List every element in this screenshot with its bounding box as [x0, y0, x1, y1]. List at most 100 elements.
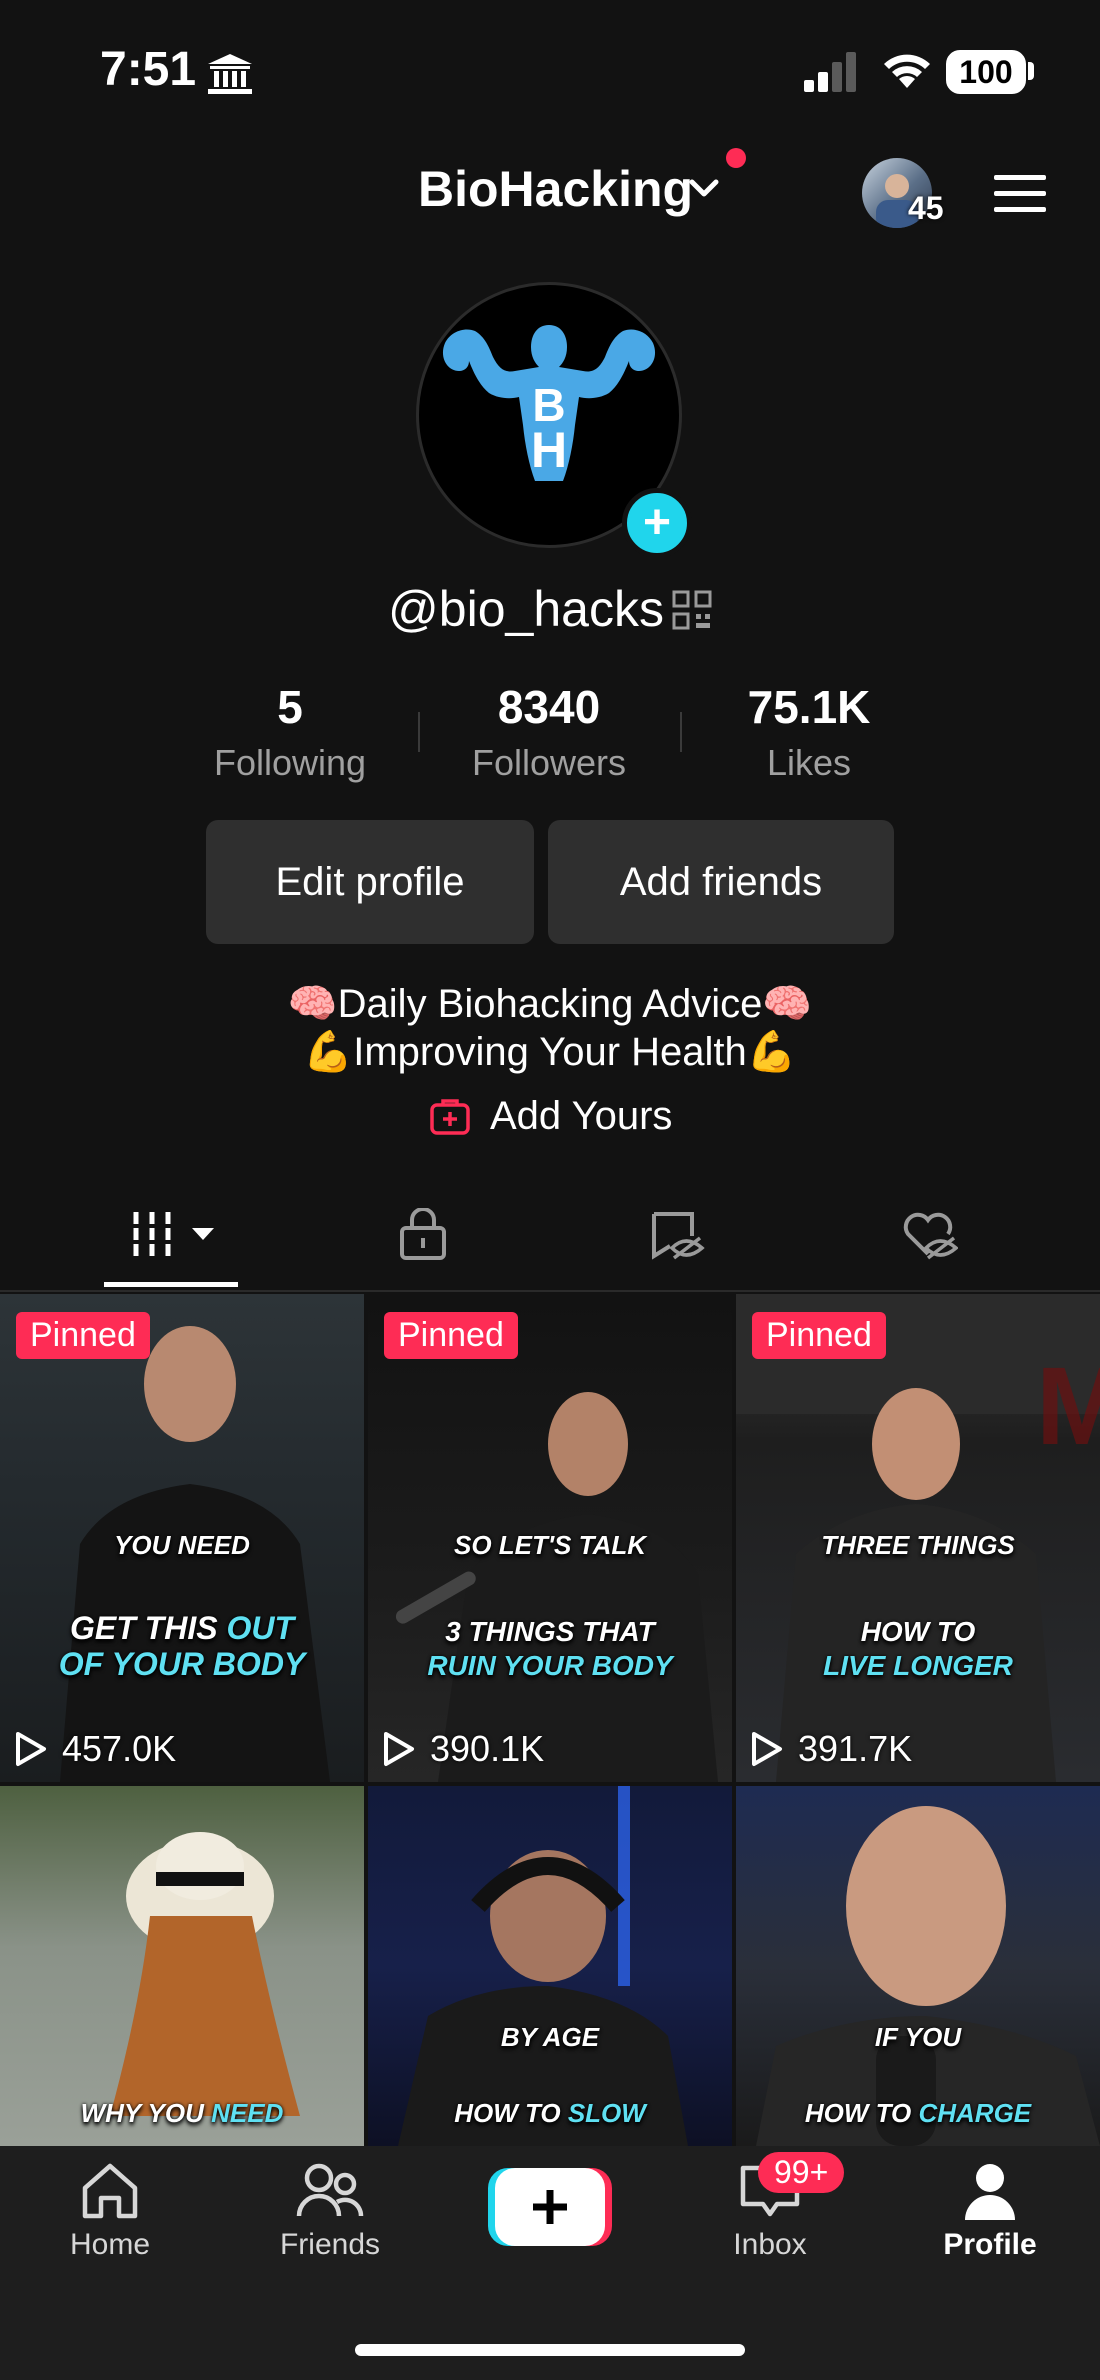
- username: @bio_hacks: [388, 581, 664, 637]
- stat-likes-value: 75.1K: [747, 681, 871, 733]
- home-indicator: [355, 2344, 745, 2356]
- view-count-value: 457.0K: [62, 1728, 177, 1769]
- stat-divider: [680, 712, 682, 752]
- notification-dot: [726, 148, 746, 168]
- video-tile[interactable]: WHY YOU NEED: [0, 1786, 364, 2146]
- view-count: 457.0K: [14, 1728, 176, 1770]
- tab-divider: [0, 1290, 1100, 1292]
- pinned-badge: Pinned: [752, 1312, 886, 1359]
- video-caption-main: 3 THINGS THAT: [368, 1616, 732, 1648]
- nav-profile[interactable]: Profile: [900, 2160, 1080, 2262]
- stat-following-label: Following: [213, 742, 367, 783]
- pinned-badge: Pinned: [384, 1312, 518, 1359]
- video-caption-sub: OF YOUR BODY: [58, 1646, 306, 1682]
- create-video-button[interactable]: [488, 2168, 612, 2246]
- wifi-icon: [884, 54, 930, 88]
- battery-tip: [1028, 62, 1034, 80]
- bio-line-2: 💪Improving Your Health💪: [303, 1030, 797, 1074]
- tab-videos[interactable]: [130, 1208, 220, 1262]
- status-time: 7:51: [100, 43, 197, 96]
- video-caption-sub: RUIN YOUR BODY: [427, 1650, 673, 1681]
- view-count-value: 390.1K: [430, 1728, 545, 1769]
- tab-liked[interactable]: [900, 1208, 959, 1262]
- add-friends-button[interactable]: Add friends: [548, 820, 894, 944]
- reposts-hidden-icon: [652, 1212, 705, 1260]
- nav-home[interactable]: Home: [20, 2160, 200, 2262]
- play-icon: [16, 1732, 46, 1766]
- nav-profile-label: Profile: [943, 2228, 1037, 2261]
- edit-profile-button[interactable]: Edit profile: [206, 820, 534, 944]
- caption-highlight: SLOW: [567, 2098, 646, 2128]
- video-caption-top: YOU NEED: [114, 1530, 250, 1560]
- stat-following-value: 5: [277, 681, 303, 733]
- video-caption-main: HOW TO: [736, 1616, 1100, 1648]
- caption-highlight: OUT: [226, 1610, 294, 1646]
- video-caption-main: GET THIS OUT: [0, 1610, 364, 1647]
- nav-friends[interactable]: Friends: [240, 2160, 420, 2262]
- video-caption-bottom: HOW TO SLOW: [368, 2098, 732, 2129]
- add-yours-icon: [430, 1098, 470, 1135]
- view-count: 390.1K: [382, 1728, 544, 1770]
- home-icon: [82, 2163, 138, 2219]
- video-tile[interactable]: IF YOU HOW TO CHARGE: [736, 1786, 1100, 2146]
- add-yours-link[interactable]: Add Yours: [428, 1094, 672, 1139]
- inbox-badge: 99+: [758, 2152, 845, 2193]
- caption-text: HOW TO: [804, 2098, 919, 2128]
- signal-icon: [804, 52, 856, 92]
- video-caption-top: THREE THINGS: [821, 1530, 1015, 1560]
- battery-indicator: 100: [946, 50, 1026, 94]
- caption-text: HOW TO: [860, 1616, 976, 1647]
- stat-following[interactable]: 5 Following: [170, 680, 410, 784]
- viewer-count: 45: [908, 190, 944, 226]
- view-count-value: 391.7K: [798, 1728, 913, 1769]
- liked-hidden-icon: [903, 1212, 959, 1260]
- friends-icon: [296, 2163, 364, 2217]
- bio-line-1: 🧠Daily Biohacking Advice🧠: [287, 982, 813, 1026]
- pinned-badge: Pinned: [16, 1312, 150, 1359]
- nav-inbox-label: Inbox: [733, 2228, 807, 2261]
- video-caption-bottom: HOW TO CHARGE: [736, 2098, 1100, 2129]
- play-icon: [752, 1732, 782, 1766]
- stat-divider: [418, 712, 420, 752]
- add-story-plus-icon[interactable]: +: [622, 488, 692, 558]
- video-thumbnail: [756, 1806, 1100, 2146]
- tab-reposts[interactable]: [648, 1208, 706, 1262]
- video-caption-top: IF YOU: [874, 2022, 962, 2052]
- caption-highlight: CHARGE: [918, 2098, 1032, 2128]
- video-tile[interactable]: Pinned SO LET'S TALK 3 THINGS THAT RUIN …: [368, 1294, 732, 1782]
- nav-home-label: Home: [69, 2228, 151, 2261]
- hamburger-menu-icon[interactable]: [992, 172, 1048, 216]
- videos-grid-icon: [133, 1212, 214, 1256]
- stat-followers-value: 8340: [497, 681, 601, 733]
- svg-text:M: M: [1036, 1345, 1100, 1468]
- active-tab-indicator: [104, 1282, 238, 1287]
- caption-text: GET THIS: [70, 1610, 227, 1646]
- stat-likes[interactable]: 75.1K Likes: [689, 680, 929, 784]
- nav-friends-label: Friends: [279, 2228, 381, 2261]
- tab-private[interactable]: [396, 1207, 450, 1262]
- stat-followers[interactable]: 8340 Followers: [429, 680, 669, 784]
- caption-text: WHY YOU: [80, 2098, 212, 2128]
- video-thumbnail: [110, 1832, 300, 2116]
- video-tile[interactable]: Pinned YOU NEED GET THIS OUT OF YOUR BOD…: [0, 1294, 364, 1782]
- stat-likes-label: Likes: [766, 742, 852, 783]
- add-yours-label: Add Yours: [490, 1094, 673, 1138]
- video-tile[interactable]: M Pinned THREE THINGS HOW TO LIVE LONGER…: [736, 1294, 1100, 1782]
- avatar-letter-h: H: [531, 422, 567, 478]
- bank-icon: [208, 54, 252, 94]
- account-switcher-title[interactable]: BioHacking: [418, 160, 693, 218]
- caption-highlight: NEED: [211, 2098, 284, 2128]
- qr-code-icon[interactable]: [672, 590, 712, 630]
- video-caption-top: BY AGE: [500, 2022, 600, 2052]
- video-thumbnail: [398, 1786, 688, 2146]
- lock-icon: [400, 1207, 446, 1260]
- video-caption-bottom: WHY YOU NEED: [0, 2098, 364, 2129]
- video-tile[interactable]: BY AGE HOW TO SLOW: [368, 1786, 732, 2146]
- view-count: 391.7K: [750, 1728, 912, 1770]
- chevron-down-icon[interactable]: [688, 178, 720, 200]
- profile-icon: [965, 2164, 1015, 2220]
- video-caption-top: SO LET'S TALK: [453, 1530, 647, 1560]
- caption-text: 3 THINGS THAT: [445, 1616, 655, 1647]
- stat-followers-label: Followers: [471, 742, 627, 783]
- caption-text: HOW TO: [454, 2098, 568, 2128]
